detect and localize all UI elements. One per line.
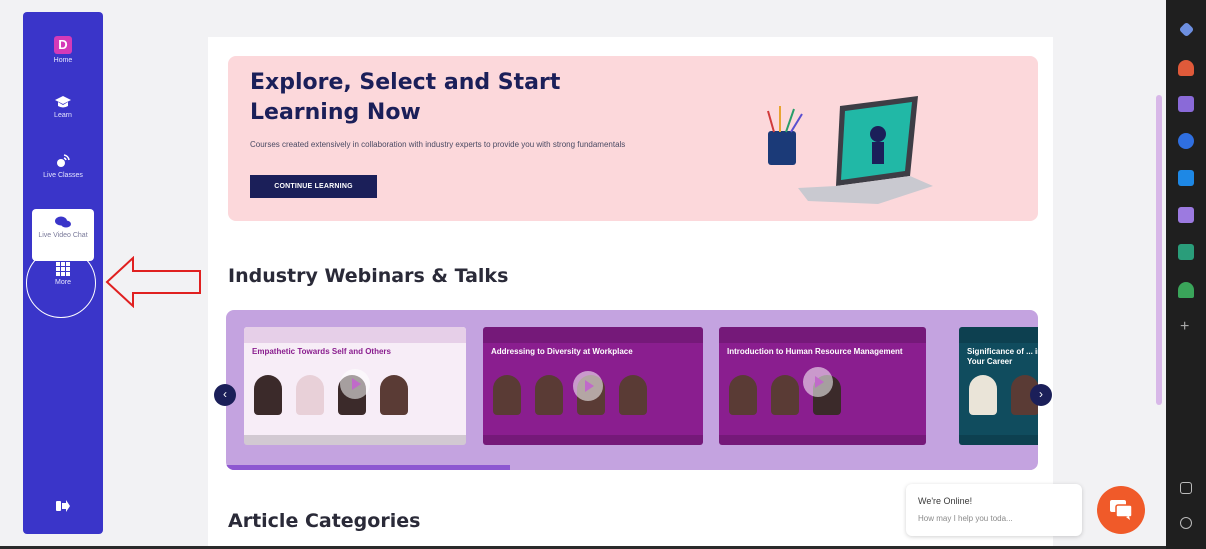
- tree-icon[interactable]: [1178, 282, 1194, 298]
- speaker-avatar: [493, 375, 521, 415]
- logo-icon: D: [54, 36, 72, 54]
- sidebar-item-label: Learn: [54, 112, 72, 119]
- speaker-avatar: [380, 375, 408, 415]
- chat-prompt: How may I help you toda...: [918, 514, 1013, 523]
- webinars-heading: Industry Webinars & Talks: [228, 265, 509, 287]
- scrollbar-thumb[interactable]: [1156, 95, 1162, 405]
- chat-icon: [1110, 500, 1132, 520]
- design-icon[interactable]: [1178, 207, 1194, 223]
- webinar-card[interactable]: Addressing to Diversity at Workplace: [483, 327, 703, 445]
- continue-learning-button[interactable]: CONTINUE LEARNING: [250, 175, 377, 198]
- tag-icon[interactable]: [1178, 21, 1195, 38]
- sidebar-toggle-icon[interactable]: [1180, 482, 1192, 494]
- speaker-avatar: [296, 375, 324, 415]
- browser-sidebar: +: [1166, 0, 1206, 549]
- laptop-illustration-icon: [767, 96, 933, 204]
- carousel-progress-fill: [226, 465, 511, 470]
- chat-launcher-button[interactable]: [1097, 486, 1145, 534]
- webinar-card-title: Empathetic Towards Self and Others: [252, 347, 391, 356]
- add-icon[interactable]: +: [1180, 319, 1189, 335]
- speaker-row: [254, 375, 408, 415]
- play-icon[interactable]: [573, 371, 603, 401]
- sidebar-item-learn[interactable]: Learn: [23, 95, 103, 120]
- card-header: [719, 327, 926, 343]
- play-icon[interactable]: [803, 367, 833, 397]
- webinar-card[interactable]: Introduction to Human Resource Managemen…: [719, 327, 926, 445]
- card-footer: [719, 435, 926, 445]
- speaker-avatar: [771, 375, 799, 415]
- app-window: D Home Learn Live Classes Live Video Cha…: [0, 0, 1206, 549]
- articles-heading: Article Categories: [228, 510, 421, 532]
- chat-status: We're Online!: [918, 496, 973, 506]
- speaker-avatar: [729, 375, 757, 415]
- sidebar-item-label: Home: [53, 57, 73, 64]
- speaker-row: [969, 375, 1038, 415]
- people-icon[interactable]: [1178, 96, 1194, 112]
- bag-icon[interactable]: [1178, 60, 1194, 76]
- sidebar-item-label: Live Classes: [43, 172, 83, 179]
- chat-greeting-bubble[interactable]: We're Online! How may I help you toda...: [906, 484, 1082, 536]
- page-scrollbar[interactable]: [1152, 0, 1166, 549]
- hero-banner: Explore, Select and Start Learning Now C…: [228, 56, 1038, 221]
- live-classes-icon: [57, 154, 70, 167]
- webinar-card-title: Addressing to Diversity at Workplace: [491, 347, 633, 356]
- webinar-card-title: Significance of ... in Your Career: [967, 347, 1038, 366]
- speaker-avatar: [619, 375, 647, 415]
- webinar-card-title: Introduction to Human Resource Managemen…: [727, 347, 903, 356]
- card-header: [244, 327, 466, 343]
- carousel-next-button[interactable]: ›: [1030, 384, 1052, 406]
- chat-bubbles-icon: [55, 216, 71, 228]
- graduation-cap-icon: [55, 96, 71, 108]
- webinar-carousel: Empathetic Towards Self and Others Addre…: [226, 310, 1038, 470]
- logout-button[interactable]: [23, 500, 103, 512]
- card-footer: [483, 435, 703, 445]
- annotation-arrow-icon: [105, 256, 201, 308]
- carousel-progress: [226, 465, 1038, 470]
- webinar-card[interactable]: Significance of ... in Your Career: [959, 327, 1038, 445]
- speaker-row: [493, 375, 647, 415]
- speaker-avatar: [969, 375, 997, 415]
- card-header: [483, 327, 703, 343]
- play-icon[interactable]: [340, 369, 370, 399]
- games-icon[interactable]: [1178, 244, 1194, 260]
- main-content: Explore, Select and Start Learning Now C…: [208, 37, 1053, 549]
- sidebar-item-live-classes[interactable]: Live Classes: [23, 153, 103, 180]
- carousel-prev-button[interactable]: ‹: [214, 384, 236, 406]
- logout-icon: [56, 500, 70, 512]
- speaker-avatar: [535, 375, 563, 415]
- webinar-card[interactable]: Empathetic Towards Self and Others: [244, 327, 466, 445]
- sidebar-item-label: Live Video Chat: [38, 232, 88, 239]
- speaker-avatar: [254, 375, 282, 415]
- hero-title: Explore, Select and Start Learning Now: [250, 70, 561, 125]
- card-footer: [244, 435, 466, 445]
- outlook-icon[interactable]: [1178, 170, 1194, 186]
- settings-icon[interactable]: [1180, 517, 1192, 529]
- card-footer: [959, 435, 1038, 445]
- sidebar-item-home[interactable]: D Home: [23, 36, 103, 65]
- hero-subtitle: Courses created extensively in collabora…: [250, 140, 626, 149]
- highlight-circle: [26, 248, 96, 318]
- card-header: [959, 327, 1038, 343]
- circle-app-icon[interactable]: [1178, 133, 1194, 149]
